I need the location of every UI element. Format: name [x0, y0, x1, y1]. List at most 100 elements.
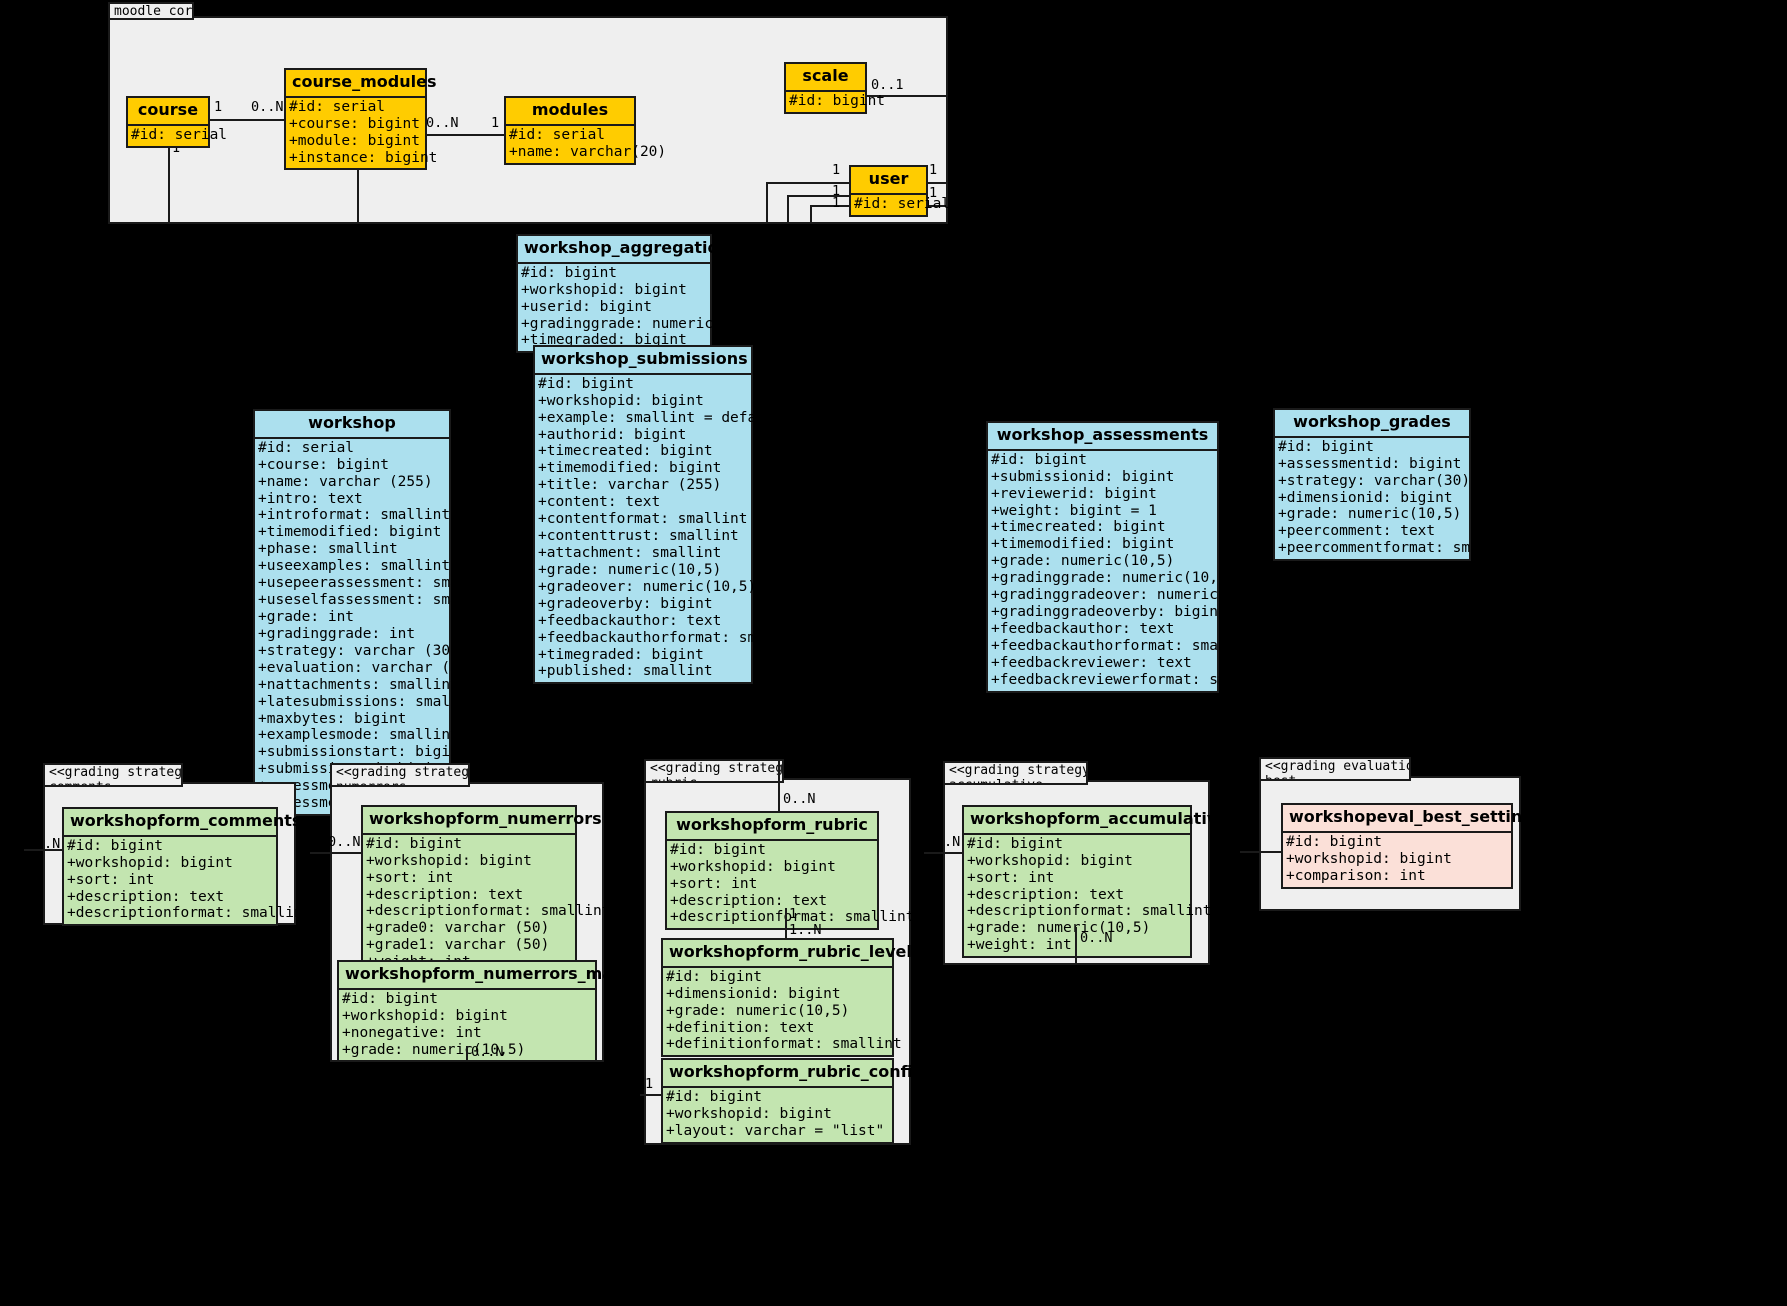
entity-workshopform_rubric_levels[interactable]: workshopform_rubric_levels #id: bigint +…: [661, 938, 921, 1058]
attribute: +descriptionformat: smallint: [366, 903, 611, 920]
er-diagram-canvas: moodle core 1 0..N 0..N 1 1 1 0..1 1 1 1…: [0, 0, 1787, 1306]
attribute: +published: smallint: [538, 663, 713, 680]
attribute: +definitionformat: smallint: [666, 1036, 902, 1053]
attribute: +descriptionformat: smallint: [670, 909, 915, 926]
attribute: +workshopid: bigint: [538, 392, 704, 409]
card-cm-0N: 0..N: [426, 115, 459, 131]
edge-rubric_config-left: [640, 1094, 663, 1096]
attribute: #id: bigint: [1278, 438, 1375, 455]
entity-attributes: #id: bigint +workshopid: bigint +sort: i…: [964, 834, 1211, 957]
attribute: +contentformat: smallint: [538, 511, 748, 528]
attribute: +timegraded: bigint: [538, 646, 704, 663]
entity-attributes: #id: serial +course: bigint +module: big…: [286, 97, 438, 169]
attribute: +description: text: [366, 886, 524, 903]
entity-attributes: #id: bigint +workshopid: bigint +sort: i…: [363, 834, 611, 974]
entity-attributes: #id: serial +course: bigint +name: varch…: [255, 438, 503, 815]
attribute: #id: serial: [289, 98, 386, 115]
package-rubric-label: <<grading strategy>>rubric: [644, 759, 784, 783]
entity-attributes: #id: bigint +dimensionid: bigint +grade:…: [663, 967, 902, 1056]
entity-workshopform_rubric_config[interactable]: workshopform_rubric_config #id: bigint +…: [661, 1058, 924, 1144]
attribute: +workshopid: bigint: [666, 1105, 832, 1122]
entity-title: workshopform_rubric_levels: [663, 940, 921, 968]
attribute: #id: serial: [131, 126, 228, 143]
attribute: +evaluation: varchar (30): [258, 659, 477, 676]
edge-accumulative-down: [1075, 927, 1077, 965]
package-comments-label: <<grading strategy>>comments: [43, 763, 183, 787]
entity-workshopform_accumulative[interactable]: workshopform_accumulative #id: bigint +w…: [962, 805, 1228, 959]
entity-attributes: #id: serial: [851, 194, 950, 215]
card-scale-01: 0..1: [871, 77, 904, 93]
entity-user[interactable]: user #id: serial: [849, 165, 950, 217]
edge-course-down: [168, 140, 170, 224]
entity-workshop[interactable]: workshop #id: serial +course: bigint +na…: [253, 409, 503, 817]
card-rubric-1: 1: [789, 906, 798, 922]
edge-best: [1240, 851, 1282, 853]
attribute: +comparison: int: [1286, 867, 1426, 884]
entity-title: course: [128, 98, 208, 126]
attribute: +workshopid: bigint: [1286, 850, 1452, 867]
attribute: +course: bigint: [289, 115, 420, 132]
entity-title: workshop_grades: [1275, 410, 1469, 438]
entity-course[interactable]: course #id: serial: [126, 96, 228, 148]
edge-user-left-3: [810, 205, 850, 207]
attribute: +instance: bigint: [289, 149, 438, 166]
attribute: #id: serial: [509, 126, 606, 143]
attribute: +weight: bigint = 1: [991, 502, 1157, 519]
edge-accumulative: [924, 852, 964, 854]
entity-attributes: #id: bigint +workshopid: bigint +example…: [535, 374, 809, 683]
attribute: +workshopid: bigint: [521, 281, 687, 298]
attribute: +workshopid: bigint: [670, 858, 836, 875]
attribute: +grade: numeric(10,5): [538, 561, 722, 578]
card-accumulative-n: .N: [944, 834, 961, 850]
entity-attributes: #id: bigint +workshopid: bigint +userid:…: [518, 263, 765, 352]
entity-scale[interactable]: scale #id: bigint: [784, 62, 885, 114]
card-course-1: 1: [214, 99, 223, 115]
entity-course_modules[interactable]: course_modules #id: serial +course: bigi…: [284, 68, 438, 171]
attribute: +gradinggradeover: numeric(10,5): [991, 587, 1271, 604]
entity-workshop_submissions[interactable]: workshop_submissions #id: bigint +worksh…: [533, 345, 809, 685]
attribute: +submissionid: bigint: [991, 468, 1175, 485]
attribute: +timemodified: bigint: [258, 524, 442, 541]
attribute: +description: text: [967, 886, 1125, 903]
attribute: +sort: int: [366, 869, 454, 886]
attribute: +layout: varchar = "list": [666, 1122, 885, 1139]
entity-workshop_assessments[interactable]: workshop_assessments #id: bigint +submis…: [986, 421, 1279, 693]
card-rubric-0N: 0..N: [783, 791, 816, 807]
attribute: +sort: int: [67, 871, 155, 888]
entity-modules[interactable]: modules #id: serial +name: varchar(20): [504, 96, 666, 165]
attribute: +title: varchar (255): [538, 477, 722, 494]
entity-title: workshopform_accumulative: [964, 807, 1228, 835]
entity-workshop_grades[interactable]: workshop_grades #id: bigint +assessmenti…: [1273, 408, 1522, 562]
entity-workshopform_comments[interactable]: workshopform_comments #id: bigint +works…: [62, 807, 312, 927]
entity-workshopform_numerrors[interactable]: workshopform_numerrors #id: bigint +work…: [361, 805, 611, 976]
entity-workshop_aggregations[interactable]: workshop_aggregations #id: bigint +works…: [516, 234, 765, 354]
attribute: +grade: numeric(10,5): [1278, 506, 1462, 523]
entity-workshopeval_best_settings[interactable]: workshopeval_best_settings #id: bigint +…: [1281, 803, 1543, 889]
entity-title: workshop_assessments: [988, 423, 1217, 451]
edge-user-left-3v: [810, 205, 812, 224]
entity-attributes: #id: bigint +submissionid: bigint +revie…: [988, 450, 1279, 691]
edge-rubric-top: [778, 759, 780, 811]
edge-numerrors_map-down: [466, 1046, 468, 1062]
attribute: +examplesmode: smallint: [258, 727, 459, 744]
attribute: +strategy: varchar(30): [1278, 472, 1471, 489]
attribute: +weight: int: [967, 937, 1072, 954]
package-best-label: <<grading evaluation>>best: [1259, 757, 1411, 781]
entity-workshopform_rubric[interactable]: workshopform_rubric #id: bigint +worksho…: [665, 811, 915, 931]
attribute: +example: smallint = default 0: [538, 409, 800, 426]
attribute: +attachment: smallint: [538, 545, 722, 562]
entity-attributes: #id: bigint +workshopid: bigint +sort: i…: [64, 836, 312, 925]
attribute: +usepeerassessment: smallint: [258, 575, 503, 592]
entity-attributes: #id: serial +name: varchar(20): [506, 125, 666, 163]
attribute: +dimensionid: bigint: [1278, 489, 1453, 506]
entity-attributes: #id: bigint +workshopid: bigint +compari…: [1283, 832, 1511, 887]
attribute: +descriptionformat: smallint: [67, 905, 312, 922]
attribute: #id: bigint: [670, 841, 767, 858]
attribute: #id: bigint: [342, 990, 439, 1007]
attribute: #id: bigint: [521, 264, 618, 281]
attribute: +reviewerid: bigint: [991, 485, 1157, 502]
attribute: +feedbackauthorformat: smallint: [538, 629, 809, 646]
attribute: +description: text: [67, 888, 225, 905]
package-numerrors-label: <<grading strategy>>numerrors: [330, 763, 470, 787]
attribute: +timemodified: bigint: [538, 460, 722, 477]
